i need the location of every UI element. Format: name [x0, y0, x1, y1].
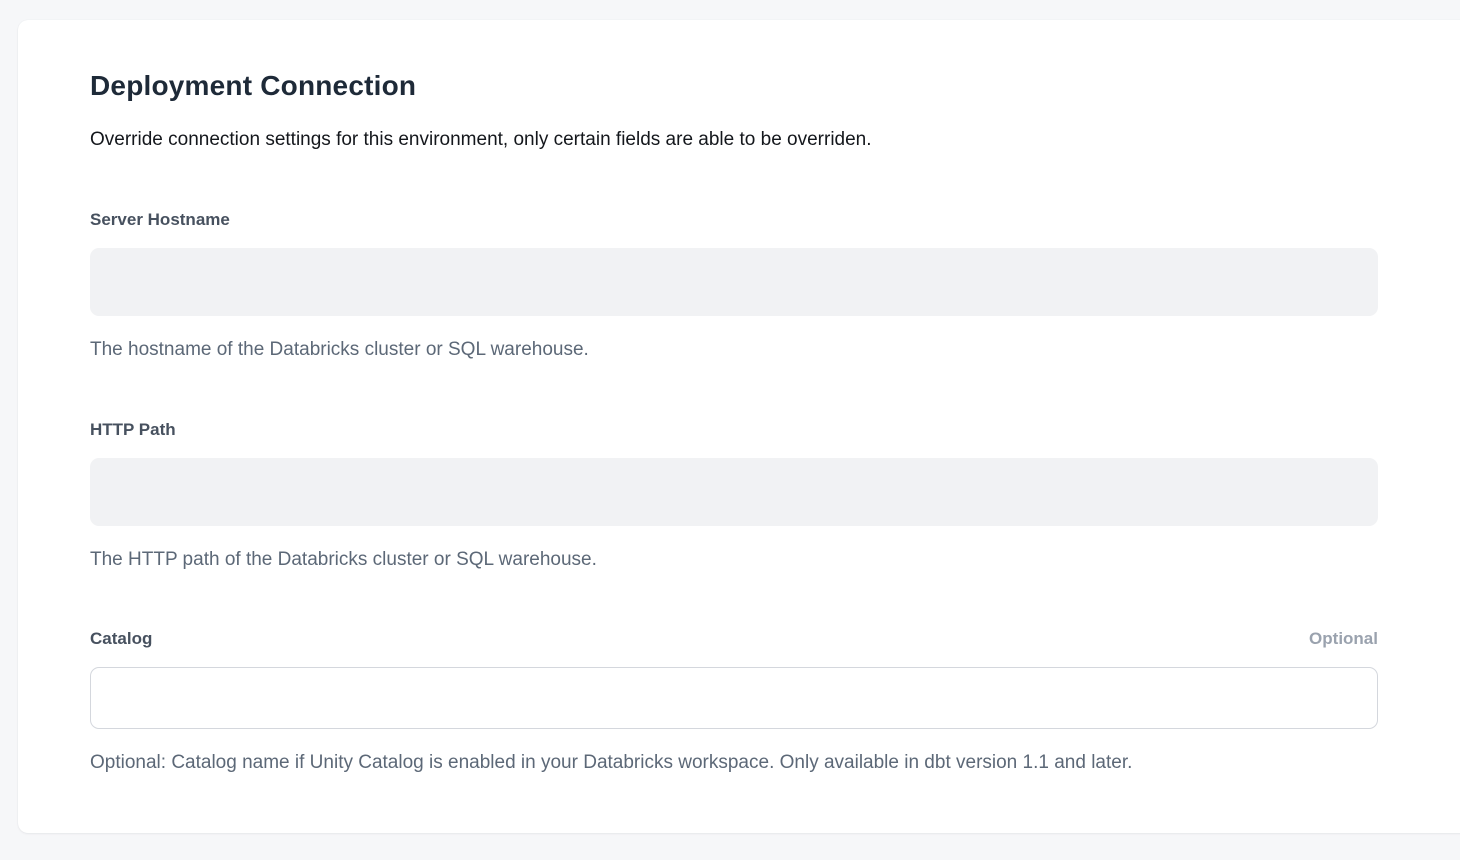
catalog-helper: Optional: Catalog name if Unity Catalog … — [90, 750, 1378, 776]
field-group-catalog: Catalog Optional Optional: Catalog name … — [90, 628, 1378, 776]
http-path-label: HTTP Path — [90, 419, 176, 441]
catalog-input[interactable] — [90, 667, 1378, 729]
catalog-optional-badge: Optional — [1309, 628, 1378, 650]
http-path-input — [90, 458, 1378, 526]
server-hostname-input — [90, 248, 1378, 316]
field-group-server-hostname: Server Hostname The hostname of the Data… — [90, 209, 1378, 363]
server-hostname-helper: The hostname of the Databricks cluster o… — [90, 337, 1378, 363]
server-hostname-label: Server Hostname — [90, 209, 230, 231]
page-title: Deployment Connection — [90, 70, 1378, 102]
field-group-http-path: HTTP Path The HTTP path of the Databrick… — [90, 419, 1378, 573]
settings-card: Deployment Connection Override connectio… — [18, 20, 1460, 833]
catalog-label: Catalog — [90, 628, 152, 650]
http-path-helper: The HTTP path of the Databricks cluster … — [90, 547, 1378, 573]
page-subtitle: Override connection settings for this en… — [90, 128, 1378, 153]
